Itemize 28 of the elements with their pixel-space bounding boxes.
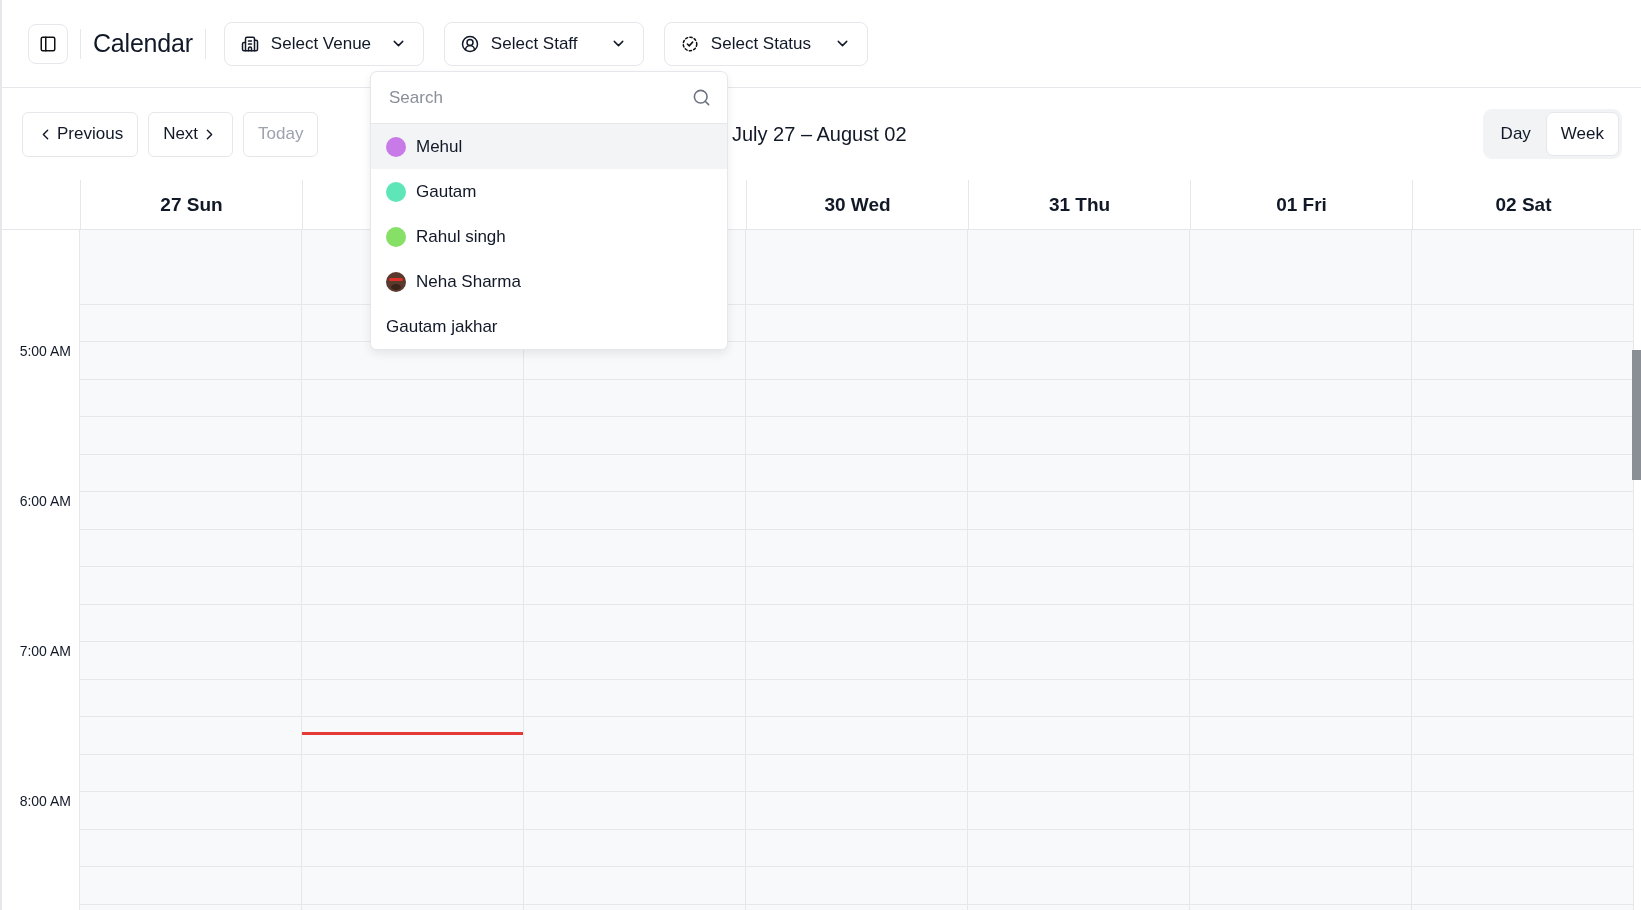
staff-option[interactable]: Neha Sharma — [371, 259, 727, 304]
user-icon — [460, 34, 479, 53]
next-button[interactable]: Next — [148, 111, 234, 157]
view-tab[interactable]: Day — [1485, 112, 1546, 156]
day-header: 02 Sat — [1495, 193, 1552, 216]
filter-dropdown[interactable]: Select Staff — [443, 21, 644, 66]
search-icon — [692, 88, 711, 107]
sidebar-icon — [39, 34, 57, 53]
filter-dropdown[interactable]: Select Status — [663, 21, 868, 66]
day-header: 01 Fri — [1276, 193, 1327, 216]
day-header: 30 Wed — [824, 193, 891, 216]
page-title: Calendar — [93, 29, 193, 58]
staff-option[interactable]: Gautam — [371, 169, 727, 214]
previous-button[interactable]: Previous — [22, 111, 139, 157]
staff-option[interactable]: Gautam jakhar — [371, 304, 727, 349]
staff-option[interactable]: Mehul — [371, 124, 727, 169]
date-range: July 27 – August 02 — [732, 122, 907, 146]
filter-dropdown[interactable]: Select Venue — [223, 21, 424, 66]
sidebar-toggle-button[interactable] — [28, 23, 68, 64]
scrollbar[interactable] — [1632, 350, 1641, 480]
status-icon — [680, 34, 699, 53]
day-header: 31 Thu — [1048, 193, 1111, 216]
building-icon — [240, 34, 259, 53]
avatar-icon — [386, 271, 406, 292]
search-field[interactable]: Search — [387, 86, 692, 109]
day-header: 27 Sun — [160, 193, 223, 216]
view-tab[interactable]: Week — [1545, 112, 1619, 156]
staff-option[interactable]: Rahul singh — [371, 214, 727, 259]
